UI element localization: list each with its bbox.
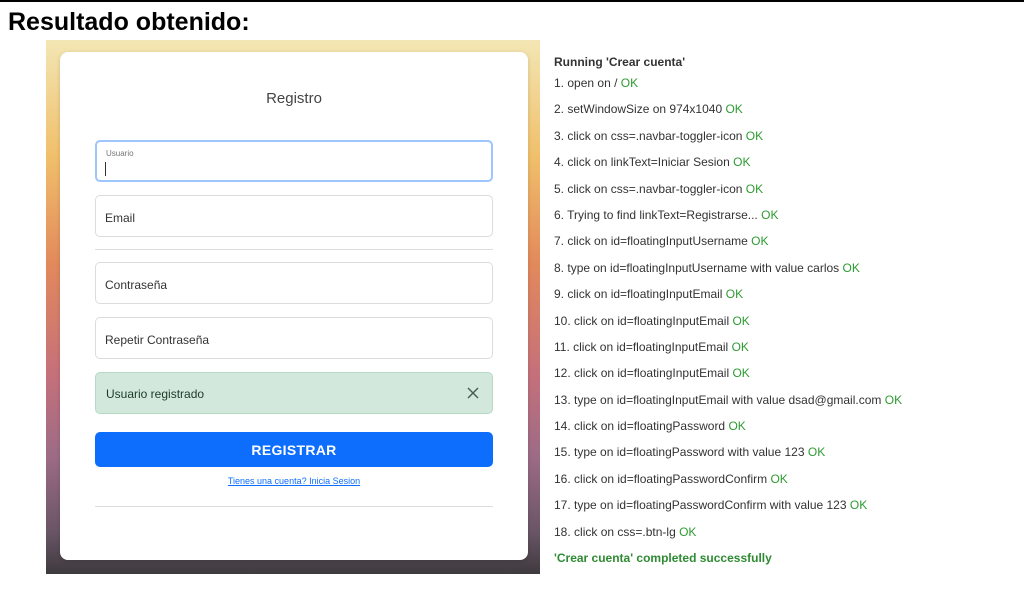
log-step-number: 18. <box>554 524 571 539</box>
log-step-number: 11. <box>554 339 570 354</box>
log-step-number: 4. <box>554 155 565 170</box>
log-step-status: OK <box>679 524 697 539</box>
log-step-number: 12. <box>554 366 571 381</box>
log-step-number: 8. <box>554 260 565 275</box>
log-step-text: click on id=floatingInputEmail <box>574 366 730 381</box>
log-step-number: 10. <box>554 313 571 328</box>
log-step-status: OK <box>761 207 779 222</box>
log-step: 12. click on id=floatingInputEmail OK <box>554 363 1014 389</box>
log-step-status: OK <box>849 498 868 513</box>
log-step-status: OK <box>732 313 750 328</box>
log-step-status: OK <box>732 366 750 381</box>
log-step-number: 17. <box>554 498 571 513</box>
log-step-text: type on id=floatingPasswordConfirm with … <box>574 498 847 513</box>
log-step: 18. click on css=.btn-lg OK <box>554 522 1014 548</box>
log-completed: 'Crear cuenta' completed successfully <box>554 551 772 566</box>
log-step-status: OK <box>745 181 764 196</box>
email-input[interactable]: Email <box>95 195 493 237</box>
bottom-divider <box>95 506 493 507</box>
log-step-text: type on id=floatingInputEmail with value… <box>574 392 882 407</box>
log-step-text: click on css=.navbar-toggler-icon <box>567 181 743 196</box>
log-step-text: click on id=floatingPasswordConfirm <box>574 471 768 486</box>
password-input[interactable]: Contraseña <box>95 262 493 304</box>
log-step: 7. click on id=floatingInputUsername OK <box>554 231 1014 257</box>
log-step-status: OK <box>733 155 751 170</box>
log-step-text: open on / <box>567 76 618 90</box>
log-step-text: setWindowSize on 974x1040 <box>567 102 723 117</box>
username-input[interactable]: Usuario <box>95 140 493 182</box>
page-heading: Resultado obtenido: <box>8 8 250 36</box>
log-step: 15. type on id=floatingPassword with val… <box>554 442 1014 468</box>
password-label: Contraseña <box>105 278 168 292</box>
log-step-text: click on id=floatingInputEmail <box>567 287 723 302</box>
close-icon[interactable] <box>466 386 480 400</box>
log-step: 13. type on id=floatingInputEmail with v… <box>554 390 1014 416</box>
log-step: 3. click on css=.navbar-toggler-icon OK <box>554 126 1014 152</box>
log-step: 11. click on id=floatingInputEmail OK <box>554 337 1014 363</box>
log-step: 14. click on id=floatingPassword OK <box>554 416 1014 442</box>
log-step-status: OK <box>725 102 743 117</box>
log-step-status: OK <box>842 260 860 275</box>
log-step-status: OK <box>620 76 639 90</box>
log-step-text: click on linkText=Iniciar Sesion <box>567 155 730 170</box>
text-caret <box>105 162 106 176</box>
confirm-password-label: Repetir Contraseña <box>105 333 210 347</box>
log-step-text: click on id=floatingPassword <box>574 419 726 434</box>
log-step-status: OK <box>745 128 764 143</box>
card-title: Registro <box>266 90 322 107</box>
log-step: 16. click on id=floatingPasswordConfirm … <box>554 469 1014 495</box>
log-step-text: type on id=floatingPassword with value 1… <box>574 445 805 460</box>
log-steps: 1. open on / OK 2. setWindowSize on 974x1… <box>554 73 1014 548</box>
log-step-number: 6. <box>554 207 565 222</box>
confirm-password-input[interactable]: Repetir Contraseña <box>95 317 493 359</box>
log-step-text: click on css=.navbar-toggler-icon <box>567 128 743 143</box>
log-step: 6. Trying to find linkText=Registrarse..… <box>554 205 1014 231</box>
register-card: Registro Usuario Email Contraseña Repeti… <box>60 52 528 560</box>
log-step-number: 1. <box>554 76 565 90</box>
success-alert: Usuario registrado <box>95 372 493 414</box>
login-link[interactable]: Tienes una cuenta? Inicia Sesion <box>228 476 360 486</box>
log-step: 8. type on id=floatingInputUsername with… <box>554 258 1014 284</box>
log-step-number: 14. <box>554 419 571 434</box>
log-step-text: click on css=.btn-lg <box>574 524 676 539</box>
log-step-number: 15. <box>554 445 571 460</box>
log-step: 10. click on id=floatingInputEmail OK <box>554 311 1014 337</box>
log-step-number: 5. <box>554 181 565 196</box>
log-step-number: 7. <box>554 234 565 249</box>
log-step-number: 2. <box>554 102 565 117</box>
log-step-text: click on id=floatingInputEmail <box>574 313 730 328</box>
log-step-number: 3. <box>554 128 565 143</box>
log-step-text: click on id=floatingInputEmail <box>573 339 729 354</box>
log-step-text: type on id=floatingInputUsername with va… <box>567 260 840 275</box>
log-step-status: OK <box>728 419 746 434</box>
log-step: 4. click on linkText=Iniciar Sesion OK <box>554 152 1014 178</box>
log-step-status: OK <box>751 234 769 249</box>
log-step-number: 9. <box>554 287 565 302</box>
top-rule <box>0 0 1024 2</box>
username-label: Usuario <box>106 149 134 158</box>
log-step: 9. click on id=floatingInputEmail OK <box>554 284 1014 310</box>
alert-text: Usuario registrado <box>106 387 205 401</box>
log-step: 2. setWindowSize on 974x1040 OK <box>554 99 1014 125</box>
test-log: Running 'Crear cuenta' 1. open on / OK 2.… <box>554 52 1014 568</box>
log-step: 17. type on id=floatingPasswordConfirm w… <box>554 495 1014 521</box>
login-link-row: Tienes una cuenta? Inicia Sesion <box>60 476 528 486</box>
email-label: Email <box>105 211 136 225</box>
log-step-status: OK <box>884 392 903 407</box>
log-step-number: 13. <box>554 392 571 407</box>
log-step-text: Trying to find linkText=Registrarse... <box>567 207 758 222</box>
log-step-text: click on id=floatingInputUsername <box>567 234 748 249</box>
log-step-status: OK <box>731 339 749 354</box>
log-title: Running 'Crear cuenta' <box>554 55 686 69</box>
log-step-number: 16. <box>554 471 571 486</box>
form-divider <box>95 249 493 250</box>
log-step-status: OK <box>807 445 826 460</box>
log-step: 1. open on / OK <box>554 73 1014 99</box>
log-step-status: OK <box>725 287 744 302</box>
log-step-status: OK <box>770 471 788 486</box>
register-button[interactable]: REGISTRAR <box>95 432 493 467</box>
log-step: 5. click on css=.navbar-toggler-icon OK <box>554 179 1014 205</box>
